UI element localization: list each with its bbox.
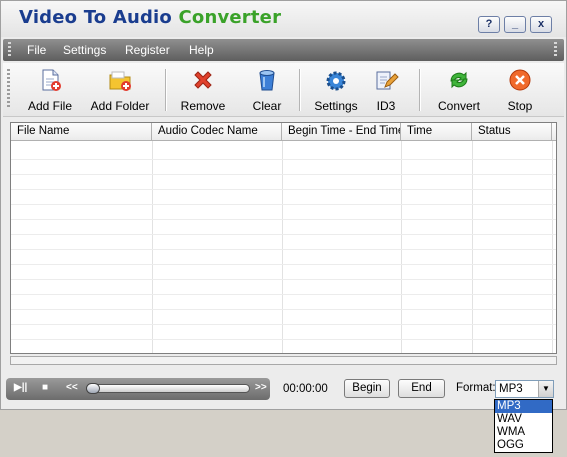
file-list-table[interactable]: File Name Audio Codec Name Begin Time - …: [10, 122, 557, 354]
add-folder-button[interactable]: Add Folder: [87, 67, 153, 115]
format-option-wma[interactable]: WMA: [495, 426, 552, 439]
add-file-label: Add File: [27, 99, 73, 113]
tag-edit-icon: [376, 71, 399, 90]
remove-icon: [194, 71, 212, 89]
column-header-time[interactable]: Time: [401, 123, 472, 141]
play-pause-button[interactable]: ▶||: [14, 382, 27, 393]
remove-button[interactable]: Remove: [177, 67, 229, 115]
add-folder-icon: [109, 71, 131, 91]
stop-icon: [509, 69, 531, 91]
row-gridline: [11, 339, 556, 340]
main-window: Video To Audio Converter ? _ x File Sett…: [0, 0, 567, 410]
row-gridline: [11, 174, 556, 175]
column-header-status[interactable]: Status: [472, 123, 552, 141]
gear-icon: [326, 71, 346, 91]
menu-grip-right: [554, 42, 557, 58]
table-header: File Name Audio Codec Name Begin Time - …: [11, 123, 556, 141]
id3-button[interactable]: ID3: [371, 67, 401, 115]
column-header-begin-end-time[interactable]: Begin Time - End Time: [282, 123, 401, 141]
menu-bar: File Settings Register Help: [3, 39, 564, 61]
menu-register[interactable]: Register: [125, 43, 170, 57]
chevron-down-icon[interactable]: ▼: [538, 381, 553, 397]
row-gridline: [11, 264, 556, 265]
stop-label: Stop: [507, 99, 533, 113]
row-gridline: [11, 294, 556, 295]
menu-grip-left: [8, 42, 11, 58]
toolbar-separator: [419, 69, 421, 111]
clear-icon: [259, 70, 275, 91]
column-divider: [152, 141, 153, 353]
app-title-part2: Converter: [178, 7, 282, 28]
row-gridline: [11, 219, 556, 220]
add-file-icon: [42, 69, 61, 91]
row-gridline: [11, 234, 556, 235]
minimize-button[interactable]: _: [504, 16, 526, 33]
clear-button[interactable]: Clear: [247, 67, 287, 115]
menu-help[interactable]: Help: [189, 43, 214, 57]
player-bar: ▶|| ■ << >>: [6, 378, 270, 400]
toolbar: Add File Add Folder Remove Clear Setting…: [3, 63, 564, 117]
row-gridline: [11, 249, 556, 250]
row-gridline: [11, 309, 556, 310]
app-title-part1: Video To Audio: [19, 7, 179, 28]
forward-button[interactable]: >>: [255, 382, 267, 393]
column-divider: [552, 141, 553, 353]
begin-button[interactable]: Begin: [344, 379, 390, 398]
convert-label: Convert: [437, 99, 481, 113]
row-gridline: [11, 159, 556, 160]
column-divider: [282, 141, 283, 353]
format-select[interactable]: MP3 ▼: [495, 380, 554, 398]
toolbar-separator: [165, 69, 167, 111]
row-gridline: [11, 324, 556, 325]
end-button[interactable]: End: [398, 379, 445, 398]
row-gridline: [11, 189, 556, 190]
toolbar-separator: [299, 69, 301, 111]
format-option-wav[interactable]: WAV: [495, 413, 552, 426]
id3-label: ID3: [376, 99, 396, 113]
add-folder-label: Add Folder: [90, 99, 150, 113]
remove-label: Remove: [180, 99, 226, 113]
format-selected-value: MP3: [499, 383, 523, 395]
clear-label: Clear: [252, 99, 282, 113]
close-button[interactable]: x: [530, 16, 552, 33]
settings-label: Settings: [314, 99, 358, 113]
column-divider: [472, 141, 473, 353]
seek-slider-thumb[interactable]: [86, 383, 100, 394]
column-header-file-name[interactable]: File Name: [11, 123, 152, 141]
row-gridline: [11, 279, 556, 280]
format-option-ogg[interactable]: OGG: [495, 439, 552, 452]
menu-settings[interactable]: Settings: [63, 43, 106, 57]
convert-icon: [450, 71, 468, 89]
format-option-mp3[interactable]: MP3: [495, 400, 552, 413]
horizontal-scrollbar[interactable]: [10, 356, 557, 365]
time-display: 00:00:00: [283, 383, 328, 395]
column-header-audio-codec[interactable]: Audio Codec Name: [152, 123, 282, 141]
row-gridline: [11, 204, 556, 205]
format-dropdown-list: MP3 WAV WMA OGG: [494, 399, 553, 453]
settings-button[interactable]: Settings: [311, 67, 361, 115]
add-file-button[interactable]: Add File: [24, 67, 76, 115]
stop-button[interactable]: Stop: [503, 67, 537, 115]
title-bar[interactable]: Video To Audio Converter ? _ x: [1, 1, 566, 37]
convert-button[interactable]: Convert: [433, 67, 485, 115]
toolbar-grip: [7, 69, 10, 109]
app-title: Video To Audio Converter: [19, 7, 281, 28]
menu-file[interactable]: File: [27, 43, 46, 57]
column-divider: [401, 141, 402, 353]
seek-track[interactable]: [86, 384, 250, 393]
help-button[interactable]: ?: [478, 16, 500, 33]
format-label: Format:: [456, 382, 496, 394]
stop-playback-button[interactable]: ■: [42, 382, 48, 393]
rewind-button[interactable]: <<: [66, 382, 78, 393]
